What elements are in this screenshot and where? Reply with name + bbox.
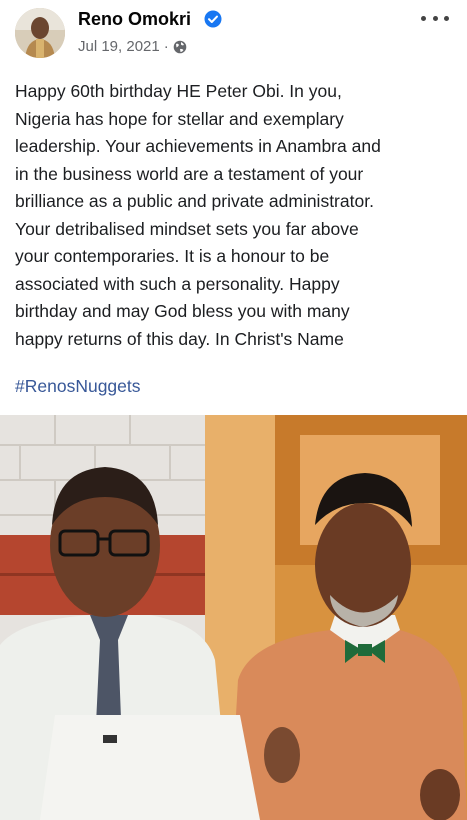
post-photo[interactable] — [0, 415, 467, 820]
avatar-image — [15, 8, 65, 58]
post-header: Reno Omokri Jul 19, 2021 · — [0, 0, 467, 70]
post-meta: Jul 19, 2021 · — [78, 38, 187, 55]
meta-separator: · — [163, 38, 169, 55]
avatar[interactable] — [15, 8, 65, 58]
more-options-icon-dot — [444, 15, 449, 21]
post-photo-image — [0, 415, 467, 820]
more-options-button[interactable] — [421, 8, 449, 28]
hashtag-link[interactable]: #RenosNuggets — [15, 376, 141, 397]
author-name[interactable]: Reno Omokri — [78, 9, 191, 30]
globe-icon — [173, 40, 187, 53]
verified-badge-icon — [204, 10, 222, 28]
post-text: Happy 60th birthday HE Peter Obi. In you… — [15, 81, 381, 349]
post-date[interactable]: Jul 19, 2021 — [78, 38, 160, 55]
more-options-icon-dot — [432, 15, 438, 21]
more-options-icon-dot — [421, 15, 426, 21]
